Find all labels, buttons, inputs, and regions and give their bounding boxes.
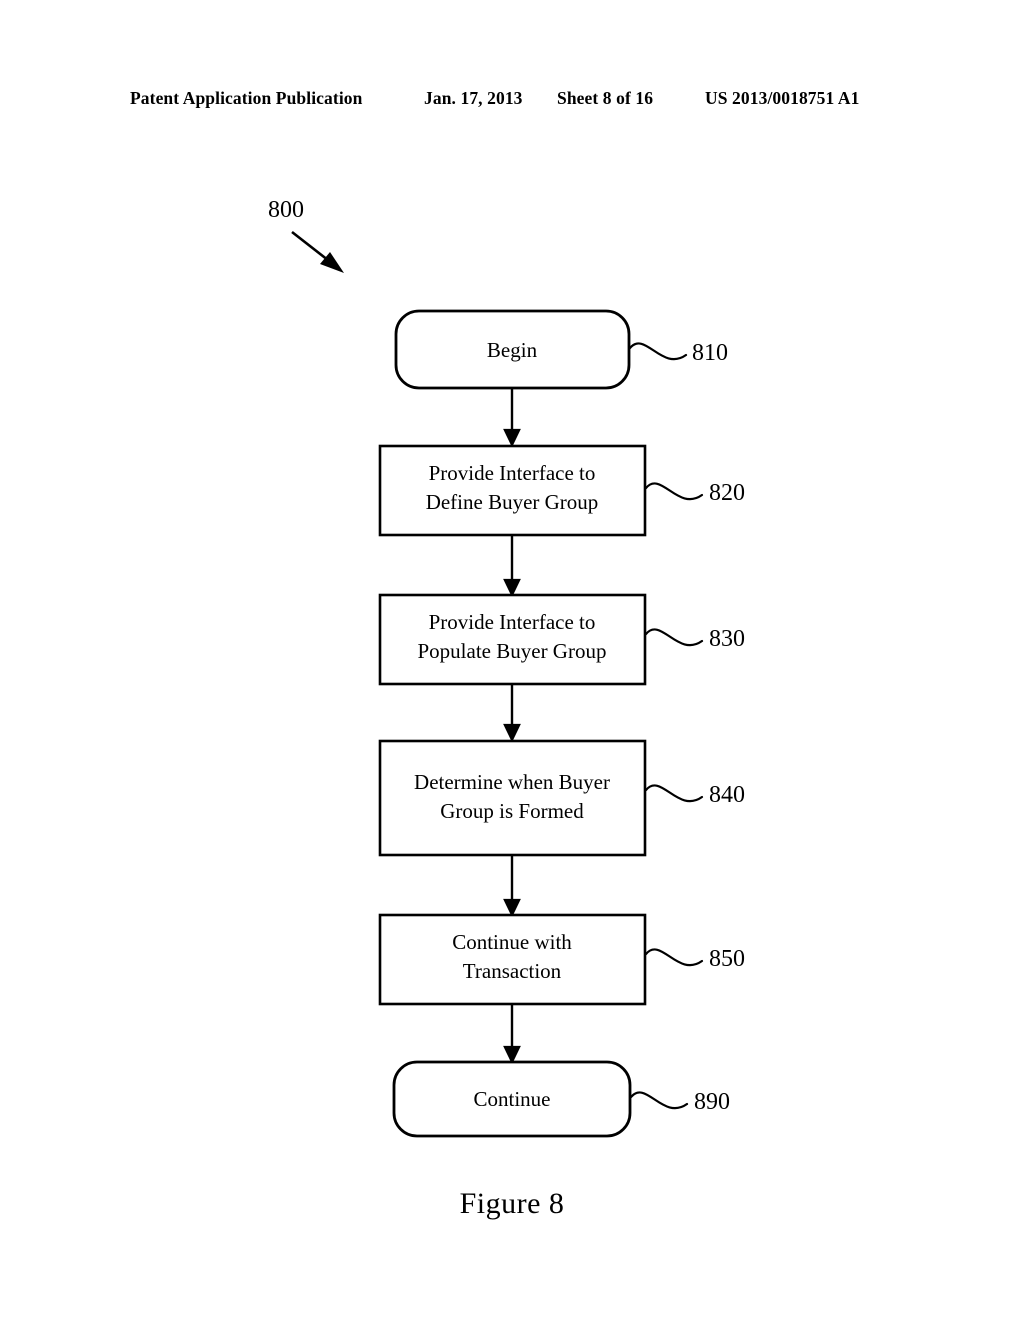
flow-node-820-label-line1: Provide Interface to bbox=[429, 461, 596, 485]
flow-node-850-label-line1: Continue with bbox=[452, 930, 572, 954]
flow-node-continue[interactable]: Continue bbox=[392, 1060, 632, 1138]
flow-node-830-label-line1: Provide Interface to bbox=[429, 610, 596, 634]
flow-node-begin[interactable]: Begin bbox=[394, 309, 631, 390]
figure-8-flowchart: 800 Begin 810 Provide Interface to Defin… bbox=[268, 197, 745, 1138]
flow-node-840-shape[interactable] bbox=[378, 739, 647, 857]
diagram-reference-800: 800 bbox=[268, 197, 344, 273]
leader-840: 840 bbox=[644, 782, 745, 808]
flow-node-850[interactable]: Continue with Transaction bbox=[378, 913, 647, 1006]
reference-numeral-850: 850 bbox=[709, 946, 745, 972]
leader-820: 820 bbox=[644, 480, 745, 506]
leader-line-820 bbox=[644, 482, 704, 501]
reference-numeral-890: 890 bbox=[694, 1089, 730, 1115]
leader-line-830 bbox=[644, 628, 704, 647]
reference-numeral-840: 840 bbox=[709, 782, 745, 808]
diagram-reference-800-label: 800 bbox=[268, 197, 304, 223]
leader-850: 850 bbox=[644, 946, 745, 972]
leader-890: 890 bbox=[629, 1089, 730, 1115]
leader-830: 830 bbox=[644, 626, 745, 652]
flow-node-begin-label: Begin bbox=[487, 338, 538, 362]
flow-node-840-label-line1: Determine when Buyer bbox=[414, 770, 610, 794]
leader-line-890 bbox=[629, 1091, 689, 1110]
flow-node-continue-label: Continue bbox=[474, 1087, 551, 1111]
reference-numeral-820: 820 bbox=[709, 480, 745, 506]
leader-810: 810 bbox=[628, 340, 728, 366]
figure-caption: Figure 8 bbox=[459, 1187, 565, 1220]
flow-node-830-label-line2: Populate Buyer Group bbox=[418, 639, 607, 663]
reference-numeral-810: 810 bbox=[692, 340, 728, 366]
flow-node-840-label-line2: Group is Formed bbox=[440, 799, 584, 823]
leader-line-840 bbox=[644, 784, 704, 803]
leader-line-810 bbox=[628, 342, 688, 361]
flow-node-840[interactable]: Determine when Buyer Group is Formed bbox=[378, 739, 647, 857]
flow-node-820-label-line2: Define Buyer Group bbox=[426, 490, 599, 514]
flow-node-820[interactable]: Provide Interface to Define Buyer Group bbox=[378, 444, 647, 537]
reference-numeral-830: 830 bbox=[709, 626, 745, 652]
flow-node-850-label-line2: Transaction bbox=[463, 959, 562, 983]
flow-node-830[interactable]: Provide Interface to Populate Buyer Grou… bbox=[378, 593, 647, 686]
leader-line-850 bbox=[644, 948, 704, 967]
